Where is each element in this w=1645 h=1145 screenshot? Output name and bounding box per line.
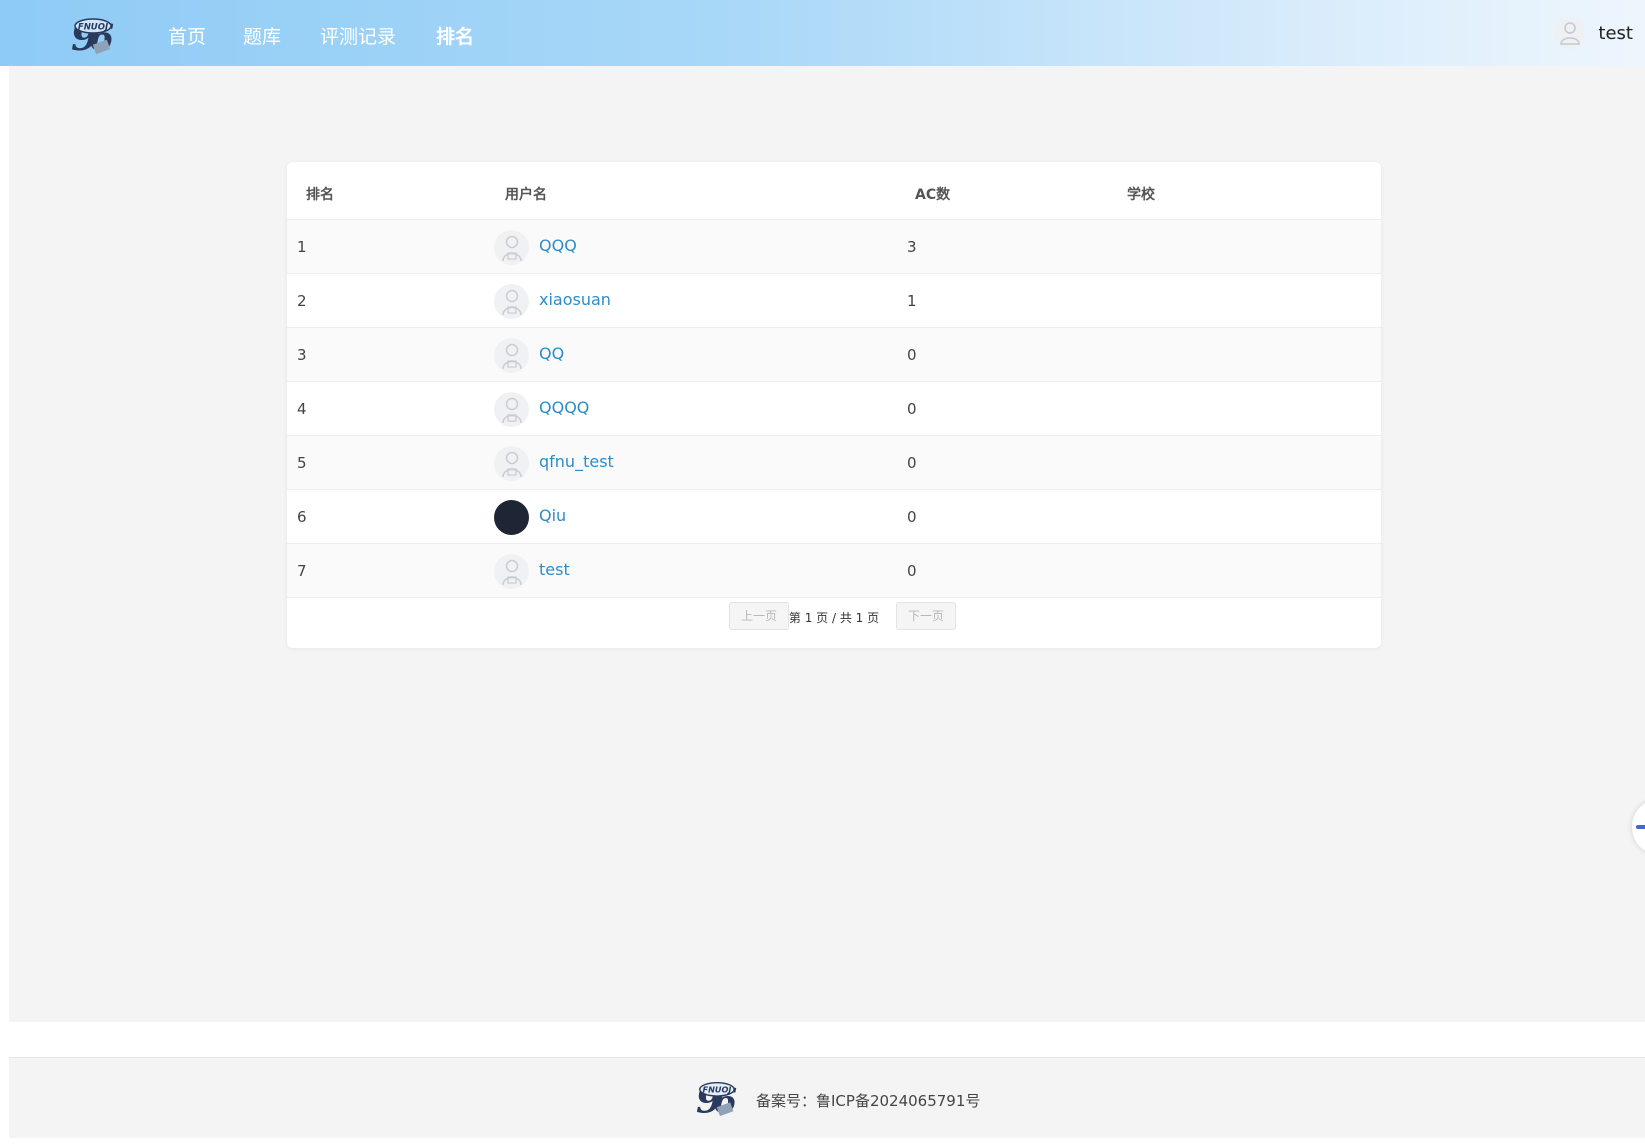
ac-count-cell: 0 [907, 454, 917, 472]
table-row: 7 test 0 [287, 544, 1381, 598]
table-row: 4 QQQQ 0 [287, 382, 1381, 436]
footer: 9 6 FNUOJ 备案号：鲁ICP备2024065791号 [9, 1058, 1645, 1138]
ac-count-cell: 0 [907, 400, 917, 418]
ac-count-cell: 1 [907, 292, 917, 310]
ac-count-cell: 3 [907, 238, 917, 256]
rank-cell: 3 [297, 346, 307, 364]
default-avatar-icon[interactable] [494, 392, 529, 427]
icp-filing-text[interactable]: 备案号：鲁ICP备2024065791号 [756, 1090, 980, 1111]
default-avatar-icon[interactable] [494, 284, 529, 319]
username-link[interactable]: Qiu [539, 506, 566, 525]
next-page-button[interactable]: 下一页 [896, 602, 956, 630]
logo-text: FNUOJ [78, 23, 108, 33]
top-navbar: 9 6 FNUOJ 首页 题库 评测记录 排名 test [0, 0, 1645, 66]
user-menu[interactable]: test [1554, 16, 1633, 50]
rank-cell: 2 [297, 292, 307, 310]
user-avatar-icon[interactable] [1554, 17, 1587, 49]
ac-count-cell: 0 [907, 562, 917, 580]
username-link[interactable]: QQQ [539, 236, 577, 255]
ac-count-cell: 0 [907, 346, 917, 364]
header-ac-count: AC数 [915, 187, 951, 203]
main-content: 排名 用户名 AC数 学校 1 QQQ 3 2 xiaosuan 1 3 QQ 0 4 QQQQ 0 5… [9, 66, 1645, 1022]
side-tab-icon [1636, 825, 1645, 829]
table-row: 6 Qiu 0 [287, 490, 1381, 544]
floating-side-tab[interactable] [1632, 800, 1645, 854]
footer-logo-text: FNUOJ [703, 1085, 732, 1095]
user-avatar-image[interactable] [494, 500, 529, 535]
footer-logo: 9 6 FNUOJ [693, 1076, 739, 1122]
rank-cell: 6 [297, 508, 307, 526]
rank-cell: 5 [297, 454, 307, 472]
username-link[interactable]: test [539, 560, 570, 579]
nav-item-problems[interactable]: 题库 [243, 22, 281, 49]
username-link[interactable]: QQQQ [539, 398, 589, 417]
rank-cell: 1 [297, 238, 307, 256]
table-header: 排名 用户名 AC数 学校 [287, 162, 1381, 220]
nav-item-submissions[interactable]: 评测记录 [320, 22, 396, 49]
nav-item-ranking[interactable]: 排名 [436, 22, 474, 49]
username-link[interactable]: xiaosuan [539, 290, 611, 309]
username-link[interactable]: QQ [539, 344, 564, 363]
rank-cell: 4 [297, 400, 307, 418]
table-row: 1 QQQ 3 [287, 220, 1381, 274]
table-row: 3 QQ 0 [287, 328, 1381, 382]
user-name[interactable]: test [1598, 23, 1633, 44]
rank-cell: 7 [297, 562, 307, 580]
header-rank: 排名 [306, 187, 334, 203]
default-avatar-icon[interactable] [494, 230, 529, 265]
table-row: 5 qfnu_test 0 [287, 436, 1381, 490]
page-info: 第 1 页 / 共 1 页 [788, 611, 880, 625]
default-avatar-icon[interactable] [494, 446, 529, 481]
table-row: 2 xiaosuan 1 [287, 274, 1381, 328]
pagination: 上一页 第 1 页 / 共 1 页 下一页 [287, 602, 1381, 632]
default-avatar-icon[interactable] [494, 554, 529, 589]
ac-count-cell: 0 [907, 508, 917, 526]
header-username: 用户名 [505, 187, 547, 203]
prev-page-button[interactable]: 上一页 [729, 602, 789, 630]
ranking-table-card: 排名 用户名 AC数 学校 1 QQQ 3 2 xiaosuan 1 3 QQ 0 4 QQQQ 0 5… [287, 162, 1381, 648]
site-logo[interactable]: 9 6 FNUOJ [68, 12, 116, 60]
username-link[interactable]: qfnu_test [539, 452, 614, 471]
default-avatar-icon[interactable] [494, 338, 529, 373]
nav-item-home[interactable]: 首页 [168, 22, 206, 49]
header-school: 学校 [1127, 187, 1155, 203]
